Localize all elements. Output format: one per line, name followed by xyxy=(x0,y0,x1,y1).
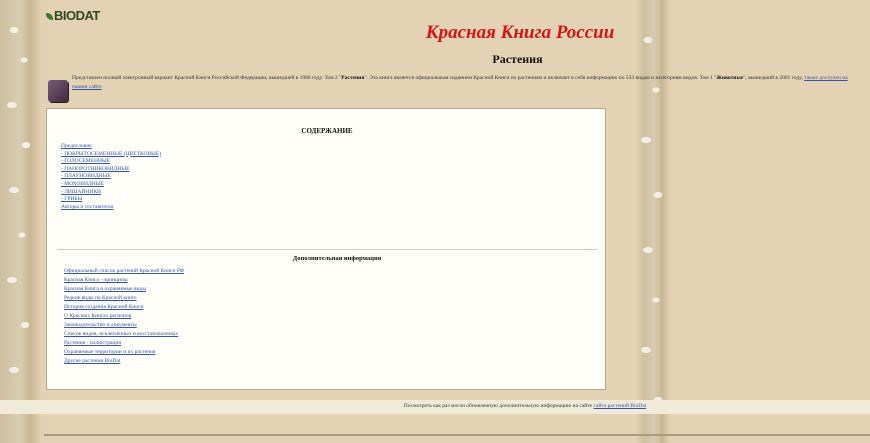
extra-link[interactable]: Законодательство и документы xyxy=(64,321,184,330)
extra-link[interactable]: Список видов, исключённых и восстановлен… xyxy=(64,330,184,339)
section-divider xyxy=(57,249,597,250)
toc-link-gymnosperms[interactable]: - ГОЛОСЕМЕННЫЕ xyxy=(61,158,161,166)
extra-link[interactable]: Растения - иллюстрации xyxy=(64,339,184,348)
site-logo[interactable]: BIODAT xyxy=(46,8,100,23)
intro-paragraph: Представлен полный электронный вариант К… xyxy=(72,75,848,90)
footer-text: Посмотреть как раз могли обновленную доп… xyxy=(403,403,594,409)
content-panel: СОДЕРЖАНИЕ Предисловие - ПОКРЫТОСЕМЕННЫЕ… xyxy=(46,108,606,390)
intro-text-end: , вышедший в 2001 году, xyxy=(745,75,805,81)
book-icon xyxy=(48,80,68,102)
extra-link[interactable]: О Красных Книгах регионов xyxy=(64,312,184,321)
toc-link-mosses[interactable]: - МОХОВИДНЫЕ xyxy=(61,181,161,189)
toc-link-lycopods[interactable]: - ПЛАУНОВИДНЫЕ xyxy=(61,173,161,181)
extra-link[interactable]: Редкие виды по Красной книге xyxy=(64,294,184,303)
toc-link-angiosperms[interactable]: - ПОКРЫТОСЕМЕННЫЕ (ЦВЕТКОВЫЕ) xyxy=(61,151,161,159)
intro-text-mid: . Эта книга является официальным издание… xyxy=(366,75,715,81)
extra-link[interactable]: История создания Красной Книги xyxy=(64,303,184,312)
extra-link[interactable]: Официальный список растений Красной Книг… xyxy=(64,267,184,276)
toc-link-lichens[interactable]: - ЛИШАЙНИКИ xyxy=(61,189,161,197)
toc-title: СОДЕРЖАНИЕ xyxy=(301,127,353,135)
toc-list: Предисловие - ПОКРЫТОСЕМЕННЫЕ (ЦВЕТКОВЫЕ… xyxy=(61,143,161,211)
intro-text-start: Представлен полный электронный вариант К… xyxy=(72,75,340,81)
toc-link-preface[interactable]: Предисловие xyxy=(61,143,161,151)
extra-info-title: Дополнительная информация xyxy=(292,255,382,262)
extra-link[interactable]: Красная Книга и охраняемые виды xyxy=(64,285,184,294)
bottom-rule xyxy=(44,434,870,436)
footer-link[interactable]: сайта растений BioDat xyxy=(593,403,646,409)
logo-text: BIODAT xyxy=(54,8,100,23)
intro-bold-plants: Растения xyxy=(341,75,365,81)
footer-note: Посмотреть как раз могли обновленную доп… xyxy=(0,403,870,409)
toc-link-authors[interactable]: Авторы и составители xyxy=(61,204,161,212)
extra-info-list: Официальный список растений Красной Книг… xyxy=(64,267,184,366)
section-title: Растения xyxy=(492,52,543,66)
extra-link[interactable]: Красная Книга - принципы xyxy=(64,276,184,285)
extra-link[interactable]: Охраняемые территории и их растения xyxy=(64,348,184,357)
toc-link-fungi[interactable]: - ГРИБЫ xyxy=(61,196,161,204)
site-title: Красная Книга России xyxy=(425,22,615,43)
extra-link[interactable]: Другие растения BioDat xyxy=(64,357,184,366)
page-frame: BIODAT Красная Книга России Растения Пре… xyxy=(0,0,870,443)
toc-link-ferns[interactable]: - ПАПОРОТНИКОВИДНЫЕ xyxy=(61,166,161,174)
intro-bold-animals: Животные xyxy=(716,75,744,81)
leaf-icon xyxy=(46,13,53,20)
